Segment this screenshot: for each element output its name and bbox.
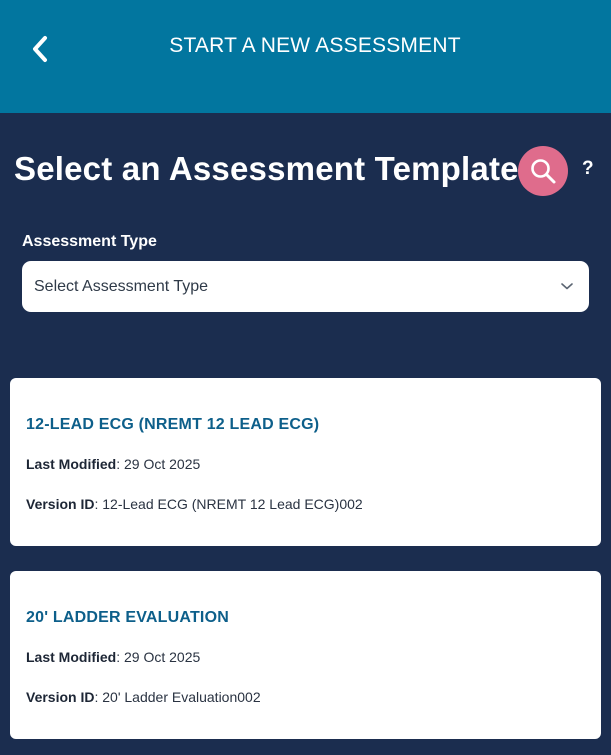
version-id-value: 12-Lead ECG (NREMT 12 Lead ECG)002 (102, 496, 363, 512)
version-id-label: Version ID (26, 496, 95, 512)
template-version: Version ID: 12-Lead ECG (NREMT 12 Lead E… (26, 496, 363, 512)
template-name: 12-LEAD ECG (NREMT 12 LEAD ECG) (26, 416, 320, 433)
page-title: Select an Assessment Template (14, 150, 519, 187)
version-id-label: Version ID (26, 689, 95, 705)
last-modified-value: 29 Oct 2025 (124, 456, 201, 472)
template-last-modified: Last Modified: 29 Oct 2025 (26, 456, 201, 472)
last-modified-value: 29 Oct 2025 (124, 649, 201, 665)
last-modified-label: Last Modified (26, 649, 117, 665)
chevron-down-icon (561, 283, 573, 290)
search-button[interactable] (518, 146, 568, 196)
version-id-value: 20' Ladder Evaluation002 (102, 689, 261, 705)
header-title: START A NEW ASSESSMENT (169, 34, 461, 57)
template-card[interactable]: 20' LADDER EVALUATION Last Modified: 29 … (10, 571, 601, 739)
template-name: 20' LADDER EVALUATION (26, 609, 229, 626)
help-button[interactable]: ? (582, 158, 594, 180)
template-last-modified: Last Modified: 29 Oct 2025 (26, 649, 201, 665)
assessment-type-label: Assessment Type (22, 233, 157, 250)
assessment-type-value: Select Assessment Type (34, 278, 209, 295)
search-icon (531, 159, 556, 184)
header-bar: START A NEW ASSESSMENT (0, 0, 611, 113)
last-modified-label: Last Modified (26, 456, 117, 472)
template-card[interactable]: 12-LEAD ECG (NREMT 12 LEAD ECG) Last Mod… (10, 378, 601, 546)
template-version: Version ID: 20' Ladder Evaluation002 (26, 689, 261, 705)
assessment-type-select[interactable]: Select Assessment Type (22, 261, 589, 312)
